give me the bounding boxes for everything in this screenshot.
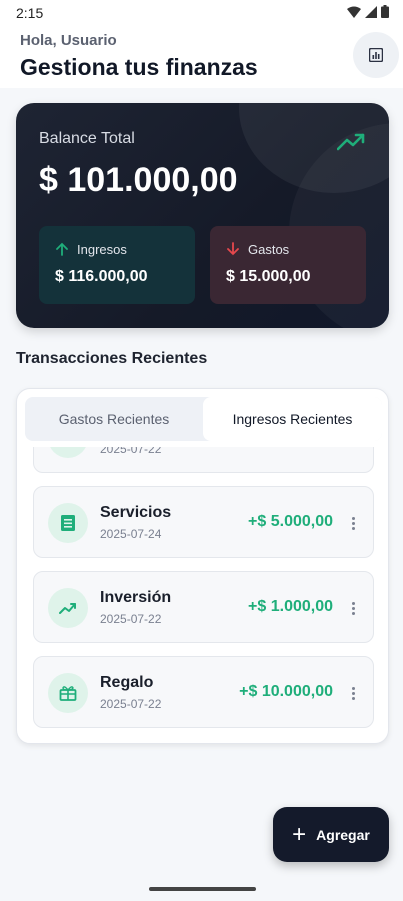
app-header: Hola, Usuario Gestiona tus finanzas: [0, 24, 403, 88]
list-item[interactable]: Inversión 2025-07-22 +$ 1.000,00: [33, 571, 374, 643]
transaction-amount: +$ 5.000,00: [248, 513, 333, 530]
transaction-name: Regalo: [100, 674, 154, 691]
tab-gastos-recientes[interactable]: Gastos Recientes: [25, 397, 203, 441]
list-item[interactable]: Servicios 2025-07-24 +$ 5.000,00: [33, 486, 374, 558]
generic-icon: [48, 447, 88, 458]
add-button-label: Agregar: [316, 826, 370, 843]
section-title: Transacciones Recientes: [16, 350, 208, 367]
transaction-list[interactable]: 2025-07-22 Servicios 2025-07-24 +$ 5.000…: [17, 447, 388, 737]
home-indicator[interactable]: [149, 887, 256, 891]
status-bar: 2:15: [0, 0, 403, 24]
transaction-date: 2025-07-22: [100, 697, 162, 711]
more-vert-icon[interactable]: [345, 683, 361, 703]
balance-label: Balance Total: [39, 130, 135, 147]
signal-icon: [365, 5, 377, 18]
add-button[interactable]: + Agregar: [273, 807, 389, 862]
receipt-icon: [48, 503, 88, 543]
expense-value: $ 15.000,00: [226, 268, 311, 285]
status-time: 2:15: [16, 5, 44, 21]
transaction-amount: +$ 10.000,00: [239, 683, 333, 700]
expense-label: Gastos: [248, 242, 290, 257]
income-value: $ 116.000,00: [55, 268, 148, 285]
arrow-down-icon: [227, 242, 239, 256]
balance-value: $ 101.000,00: [39, 161, 238, 199]
trending-up-icon: [48, 588, 88, 628]
more-vert-icon[interactable]: [345, 513, 361, 533]
list-item[interactable]: Regalo 2025-07-22 +$ 10.000,00: [33, 656, 374, 728]
trending-up-icon: [337, 133, 365, 151]
battery-icon: [381, 5, 389, 18]
transaction-date: 2025-07-24: [100, 527, 162, 541]
wifi-icon: [347, 6, 361, 18]
tab-ingresos-recientes[interactable]: Ingresos Recientes: [203, 397, 382, 441]
transaction-date: 2025-07-22: [100, 447, 162, 456]
bar-chart-icon: [369, 48, 383, 62]
gift-icon: [48, 673, 88, 713]
transaction-date: 2025-07-22: [100, 612, 162, 626]
income-summary: Ingresos $ 116.000,00: [39, 226, 195, 304]
plus-icon: +: [292, 820, 307, 848]
list-item[interactable]: 2025-07-22: [33, 447, 374, 473]
more-vert-icon[interactable]: [345, 598, 361, 618]
status-icons: [347, 5, 389, 18]
transaction-name: Inversión: [100, 589, 172, 606]
stats-button[interactable]: [353, 32, 399, 78]
balance-card: Balance Total $ 101.000,00 Ingresos $ 11…: [16, 103, 389, 328]
transactions-card: Gastos Recientes Ingresos Recientes 2025…: [16, 388, 389, 744]
page-title: Gestiona tus finanzas: [20, 54, 258, 80]
greeting-text: Hola, Usuario: [20, 32, 117, 49]
income-label: Ingresos: [77, 242, 127, 257]
tab-bar: Gastos Recientes Ingresos Recientes: [25, 397, 382, 441]
transaction-amount: +$ 1.000,00: [248, 598, 333, 615]
expense-summary: Gastos $ 15.000,00: [210, 226, 366, 304]
arrow-up-icon: [56, 242, 68, 256]
transaction-name: Servicios: [100, 504, 172, 521]
